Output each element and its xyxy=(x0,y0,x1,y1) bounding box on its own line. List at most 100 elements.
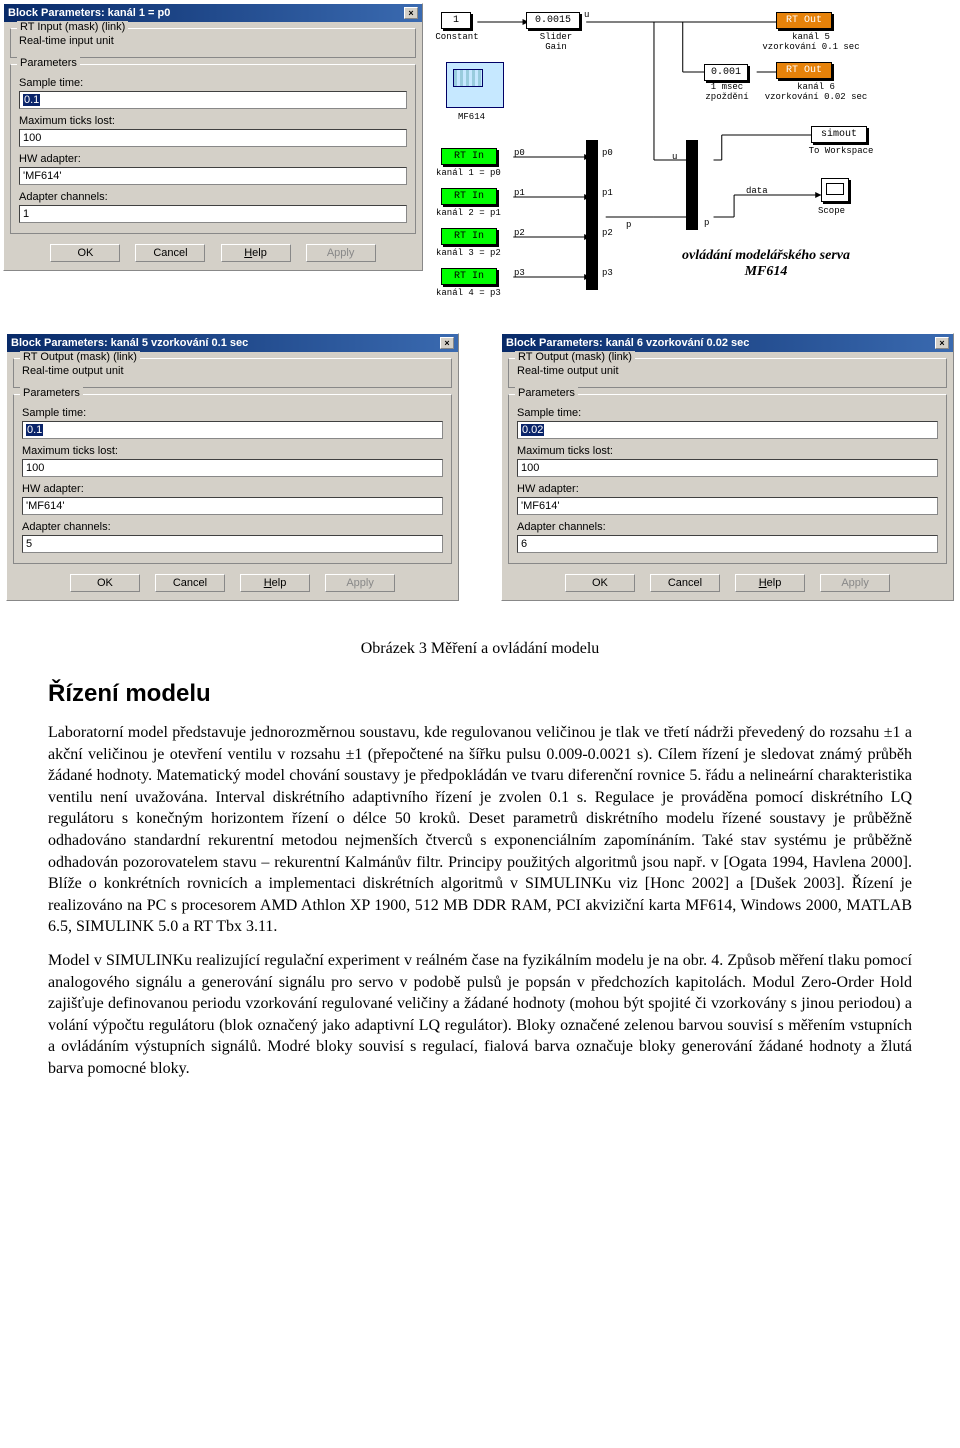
towork-label: To Workspace xyxy=(796,146,886,156)
k4-label: kanál 4 = p3 xyxy=(436,288,501,298)
hw-input[interactable] xyxy=(19,167,407,185)
button-row: OK Cancel Help Apply xyxy=(4,244,422,262)
cancel-button[interactable]: Cancel xyxy=(135,244,205,262)
cancel-button[interactable]: Cancel xyxy=(650,574,720,592)
ok-button[interactable]: OK xyxy=(565,574,635,592)
sample-input[interactable]: 0.1 xyxy=(19,91,407,109)
help-button[interactable]: Help xyxy=(240,574,310,592)
button-row: OK Cancel Help Apply xyxy=(502,574,953,592)
constant-block: 1 xyxy=(441,12,471,29)
group-rt-input: Real-time input unit xyxy=(10,28,416,58)
group-params: Sample time: 0.02 Maximum ticks lost: HW… xyxy=(508,394,947,564)
close-icon[interactable]: × xyxy=(935,337,949,349)
close-icon[interactable]: × xyxy=(440,337,454,349)
rt-in-1: RT In xyxy=(441,148,497,165)
group-rt-output: Real-time output unit xyxy=(508,358,947,388)
chan-input[interactable] xyxy=(517,535,938,553)
k1-label: kanál 1 = p0 xyxy=(436,168,501,178)
slider-port-u: u xyxy=(584,10,589,20)
group-rt-output: Real-time output unit xyxy=(13,358,452,388)
dialog1-titlebar: Block Parameters: kanál 1 = p0 × xyxy=(4,4,422,22)
data-label: data xyxy=(746,186,768,196)
rt-in-2: RT In xyxy=(441,188,497,205)
mf614-block xyxy=(446,62,504,108)
p0-port: p0 xyxy=(514,148,525,158)
mux2-p: p xyxy=(704,218,709,228)
help-button[interactable]: Help xyxy=(735,574,805,592)
hw-input[interactable] xyxy=(22,497,443,515)
mux2-u: u xyxy=(672,152,677,162)
chan-input[interactable] xyxy=(22,535,443,553)
cancel-button[interactable]: Cancel xyxy=(155,574,225,592)
group-params: Sample time: 0.1 Maximum ticks lost: HW … xyxy=(10,64,416,234)
rt-out-k5: RT Out xyxy=(776,12,832,29)
delay-block: 0.001 xyxy=(704,64,748,81)
help-button[interactable]: Help xyxy=(221,244,291,262)
sample-label: Sample time: xyxy=(22,407,443,419)
hw-label: HW adapter: xyxy=(22,483,443,495)
chan-input[interactable] xyxy=(19,205,407,223)
hw-input[interactable] xyxy=(517,497,938,515)
dialog-kanal1: Block Parameters: kanál 1 = p0 × Real-ti… xyxy=(3,3,423,271)
max-input[interactable] xyxy=(517,459,938,477)
rt-desc: Real-time output unit xyxy=(22,365,443,377)
rt-in-4: RT In xyxy=(441,268,497,285)
figure-caption: Obrázek 3 Měření a ovládání modelu xyxy=(48,638,912,660)
ok-button[interactable]: OK xyxy=(50,244,120,262)
rt-in-3: RT In xyxy=(441,228,497,245)
button-row: OK Cancel Help Apply xyxy=(7,574,458,592)
constant-label: Constant xyxy=(431,32,483,42)
dialog-kanal6: Block Parameters: kanál 6 vzorkování 0.0… xyxy=(501,333,954,601)
chan-label: Adapter channels: xyxy=(517,521,938,533)
simulink-diagram: 1 Constant 0.0015 u Slider Gain RT Out k… xyxy=(426,0,960,330)
mux-p-out: p xyxy=(626,220,631,230)
dialog2-titlebar: Block Parameters: kanál 5 vzorkování 0.1… xyxy=(7,334,458,352)
k2-label: kanál 2 = p1 xyxy=(436,208,501,218)
dialog2-title: Block Parameters: kanál 5 vzorkování 0.1… xyxy=(11,337,248,349)
apply-button[interactable]: Apply xyxy=(325,574,395,592)
mux-p2: p2 xyxy=(602,228,613,238)
slider-label: Slider Gain xyxy=(534,32,578,52)
hw-label: HW adapter: xyxy=(517,483,938,495)
rt-desc: Real-time output unit xyxy=(517,365,938,377)
hw-label: HW adapter: xyxy=(19,153,407,165)
dialog-kanal5: Block Parameters: kanál 5 vzorkování 0.1… xyxy=(6,333,459,601)
dialog3-titlebar: Block Parameters: kanál 6 vzorkování 0.0… xyxy=(502,334,953,352)
max-label: Maximum ticks lost: xyxy=(517,445,938,457)
dialog1-title: Block Parameters: kanál 1 = p0 xyxy=(8,7,170,19)
mux-p3: p3 xyxy=(602,268,613,278)
max-label: Maximum ticks lost: xyxy=(22,445,443,457)
sample-input[interactable]: 0.1 xyxy=(22,421,443,439)
rt-out-k6: RT Out xyxy=(776,62,832,79)
chan-label: Adapter channels: xyxy=(22,521,443,533)
article-p2: Model v SIMULINKu realizující regulační … xyxy=(48,950,912,1080)
sample-label: Sample time: xyxy=(19,77,407,89)
delay-label: 1 msec zpoždění xyxy=(698,82,756,102)
k5-label: kanál 5 vzorkování 0.1 sec xyxy=(756,32,866,52)
dialog3-title: Block Parameters: kanál 6 vzorkování 0.0… xyxy=(506,337,749,349)
apply-button[interactable]: Apply xyxy=(820,574,890,592)
apply-button[interactable]: Apply xyxy=(306,244,376,262)
scope-block xyxy=(821,178,849,202)
p2-port: p2 xyxy=(514,228,525,238)
close-icon[interactable]: × xyxy=(404,7,418,19)
group-params: Sample time: 0.1 Maximum ticks lost: HW … xyxy=(13,394,452,564)
mux-p0: p0 xyxy=(602,148,613,158)
rt-desc: Real-time input unit xyxy=(19,35,407,47)
max-input[interactable] xyxy=(19,129,407,147)
article-heading: Řízení modelu xyxy=(48,678,912,710)
ok-button[interactable]: OK xyxy=(70,574,140,592)
article-body: Obrázek 3 Měření a ovládání modelu Řízen… xyxy=(0,604,960,1121)
scope-label: Scope xyxy=(818,206,845,216)
slider-gain-block: 0.0015 xyxy=(526,12,580,29)
sample-label: Sample time: xyxy=(517,407,938,419)
max-label: Maximum ticks lost: xyxy=(19,115,407,127)
p1-port: p1 xyxy=(514,188,525,198)
sample-input[interactable]: 0.02 xyxy=(517,421,938,439)
max-input[interactable] xyxy=(22,459,443,477)
mux2-block xyxy=(686,140,698,230)
mux-block xyxy=(586,140,598,290)
simout-block: simout xyxy=(811,126,867,143)
chan-label: Adapter channels: xyxy=(19,191,407,203)
k6-label: kanál 6 vzorkování 0.02 sec xyxy=(756,82,876,102)
